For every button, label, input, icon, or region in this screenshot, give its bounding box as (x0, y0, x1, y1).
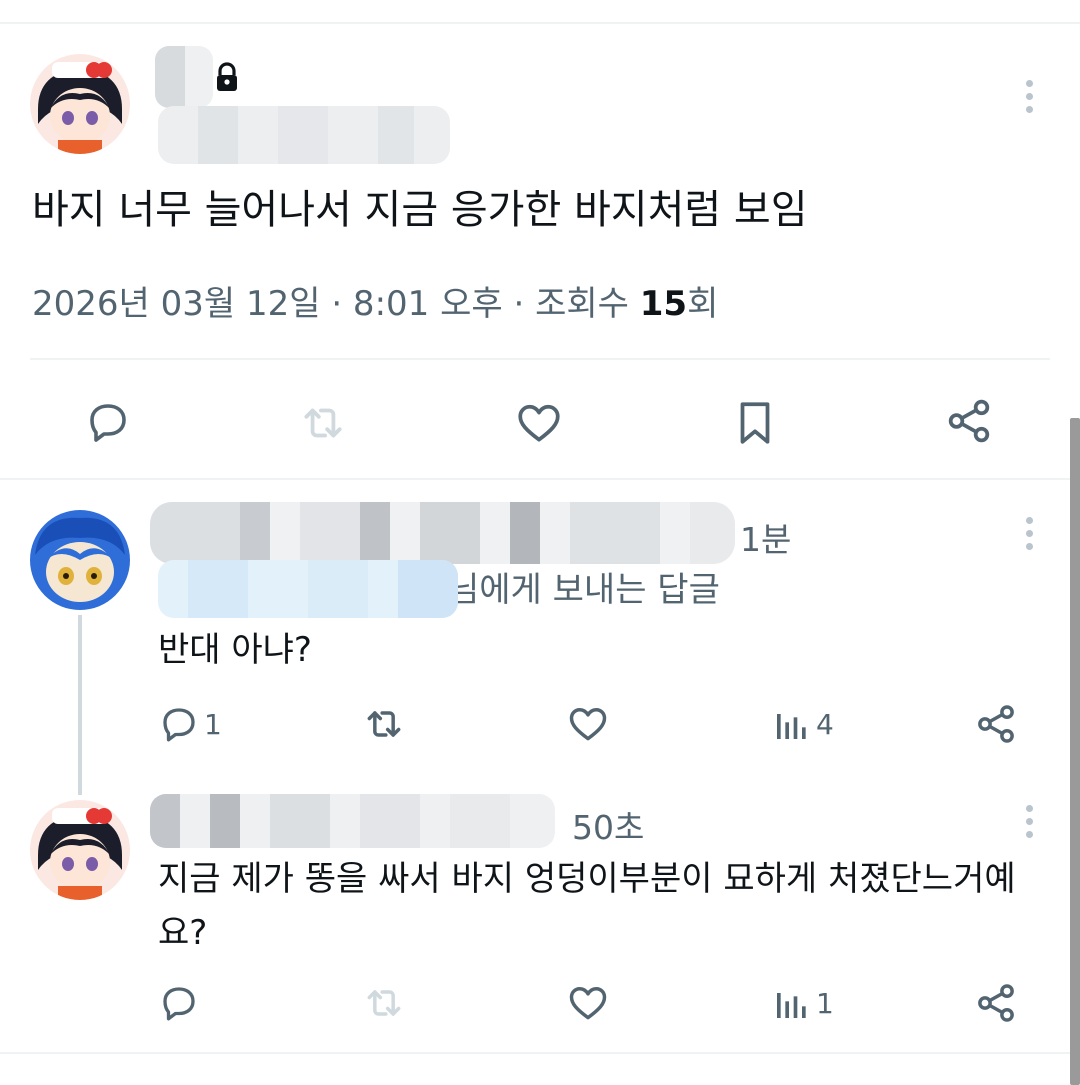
post-more-icon[interactable] (1026, 80, 1034, 119)
reply2-more-icon[interactable] (1026, 805, 1034, 844)
retweet-button[interactable] (298, 398, 348, 448)
post-date: 2026년 03월 12일 · 8:01 오후 · 조회수 (32, 284, 640, 324)
top-divider (0, 22, 1080, 24)
reply1-share-button[interactable] (974, 702, 1018, 746)
author-name-redacted (155, 46, 213, 108)
reply2-avatar[interactable] (30, 800, 130, 900)
reply2-text: 지금 제가 똥을 싸서 바지 엉덩이부분이 묘하게 처졌단느거예요? (158, 859, 1016, 953)
analytics-icon (777, 993, 806, 1018)
thread-line (78, 615, 82, 795)
reply1-more-icon[interactable] (1026, 517, 1034, 556)
avatar-image (30, 800, 130, 900)
analytics-icon (777, 714, 806, 739)
reply1-reply-count: 1 (204, 707, 222, 741)
reply-icon (163, 987, 195, 1021)
bookmark-button[interactable] (732, 398, 778, 448)
reply1-time[interactable]: 1분 (740, 513, 791, 561)
bookmark-icon (740, 402, 770, 444)
share-icon (978, 984, 1014, 1022)
share-icon (948, 399, 990, 443)
reply1-mention-redacted[interactable] (158, 560, 458, 618)
reply2-retweet-button[interactable] (362, 981, 406, 1025)
reply1-view-count: 4 (816, 707, 834, 741)
reply1-reply-button[interactable]: 1 (158, 703, 222, 745)
heart-icon (569, 707, 607, 741)
avatar-image (30, 510, 130, 610)
lock-icon (217, 62, 237, 91)
like-button[interactable] (514, 398, 564, 448)
reply2-views-button[interactable]: 1 (772, 983, 834, 1023)
share-button[interactable] (944, 396, 994, 446)
reply-icon (163, 708, 195, 742)
reply1-like-button[interactable] (566, 702, 610, 746)
reply-to-suffix: 님에게 보내는 답글 (448, 570, 720, 610)
retweet-icon (304, 408, 342, 438)
reply2-view-count: 1 (816, 986, 834, 1020)
reply2-name-redacted (150, 794, 555, 848)
meta-divider (30, 358, 1050, 360)
post-meta: 2026년 03월 12일 · 8:01 오후 · 조회수 15회 (32, 282, 718, 326)
reply1-avatar[interactable] (30, 510, 130, 610)
bottom-divider (0, 1052, 1080, 1054)
retweet-icon (367, 711, 401, 737)
heart-icon (569, 986, 607, 1020)
reply1-name-redacted (150, 502, 735, 564)
avatar-image (30, 54, 130, 154)
views-suffix: 회 (687, 284, 719, 324)
reply-button[interactable] (84, 398, 132, 446)
reply2-share-button[interactable] (974, 981, 1018, 1025)
reply-icon (90, 404, 126, 442)
retweet-icon (367, 990, 401, 1016)
author-avatar[interactable] (30, 54, 130, 154)
reply2-time[interactable]: 50초 (572, 801, 644, 849)
section-divider (0, 478, 1080, 480)
reply1-retweet-button[interactable] (362, 702, 406, 746)
scrollbar[interactable] (1070, 418, 1080, 1085)
author-handle-redacted (158, 106, 450, 164)
reply2-reply-button[interactable] (158, 982, 200, 1024)
share-icon (978, 705, 1014, 743)
view-count: 15 (639, 284, 688, 324)
heart-icon (518, 404, 560, 442)
reply1-text: 반대 아냐? (158, 630, 312, 670)
reply1-views-button[interactable]: 4 (772, 704, 834, 744)
post-text: 바지 너무 늘어나서 지금 응가한 바지처럼 보임 (32, 187, 808, 233)
reply2-like-button[interactable] (566, 981, 610, 1025)
